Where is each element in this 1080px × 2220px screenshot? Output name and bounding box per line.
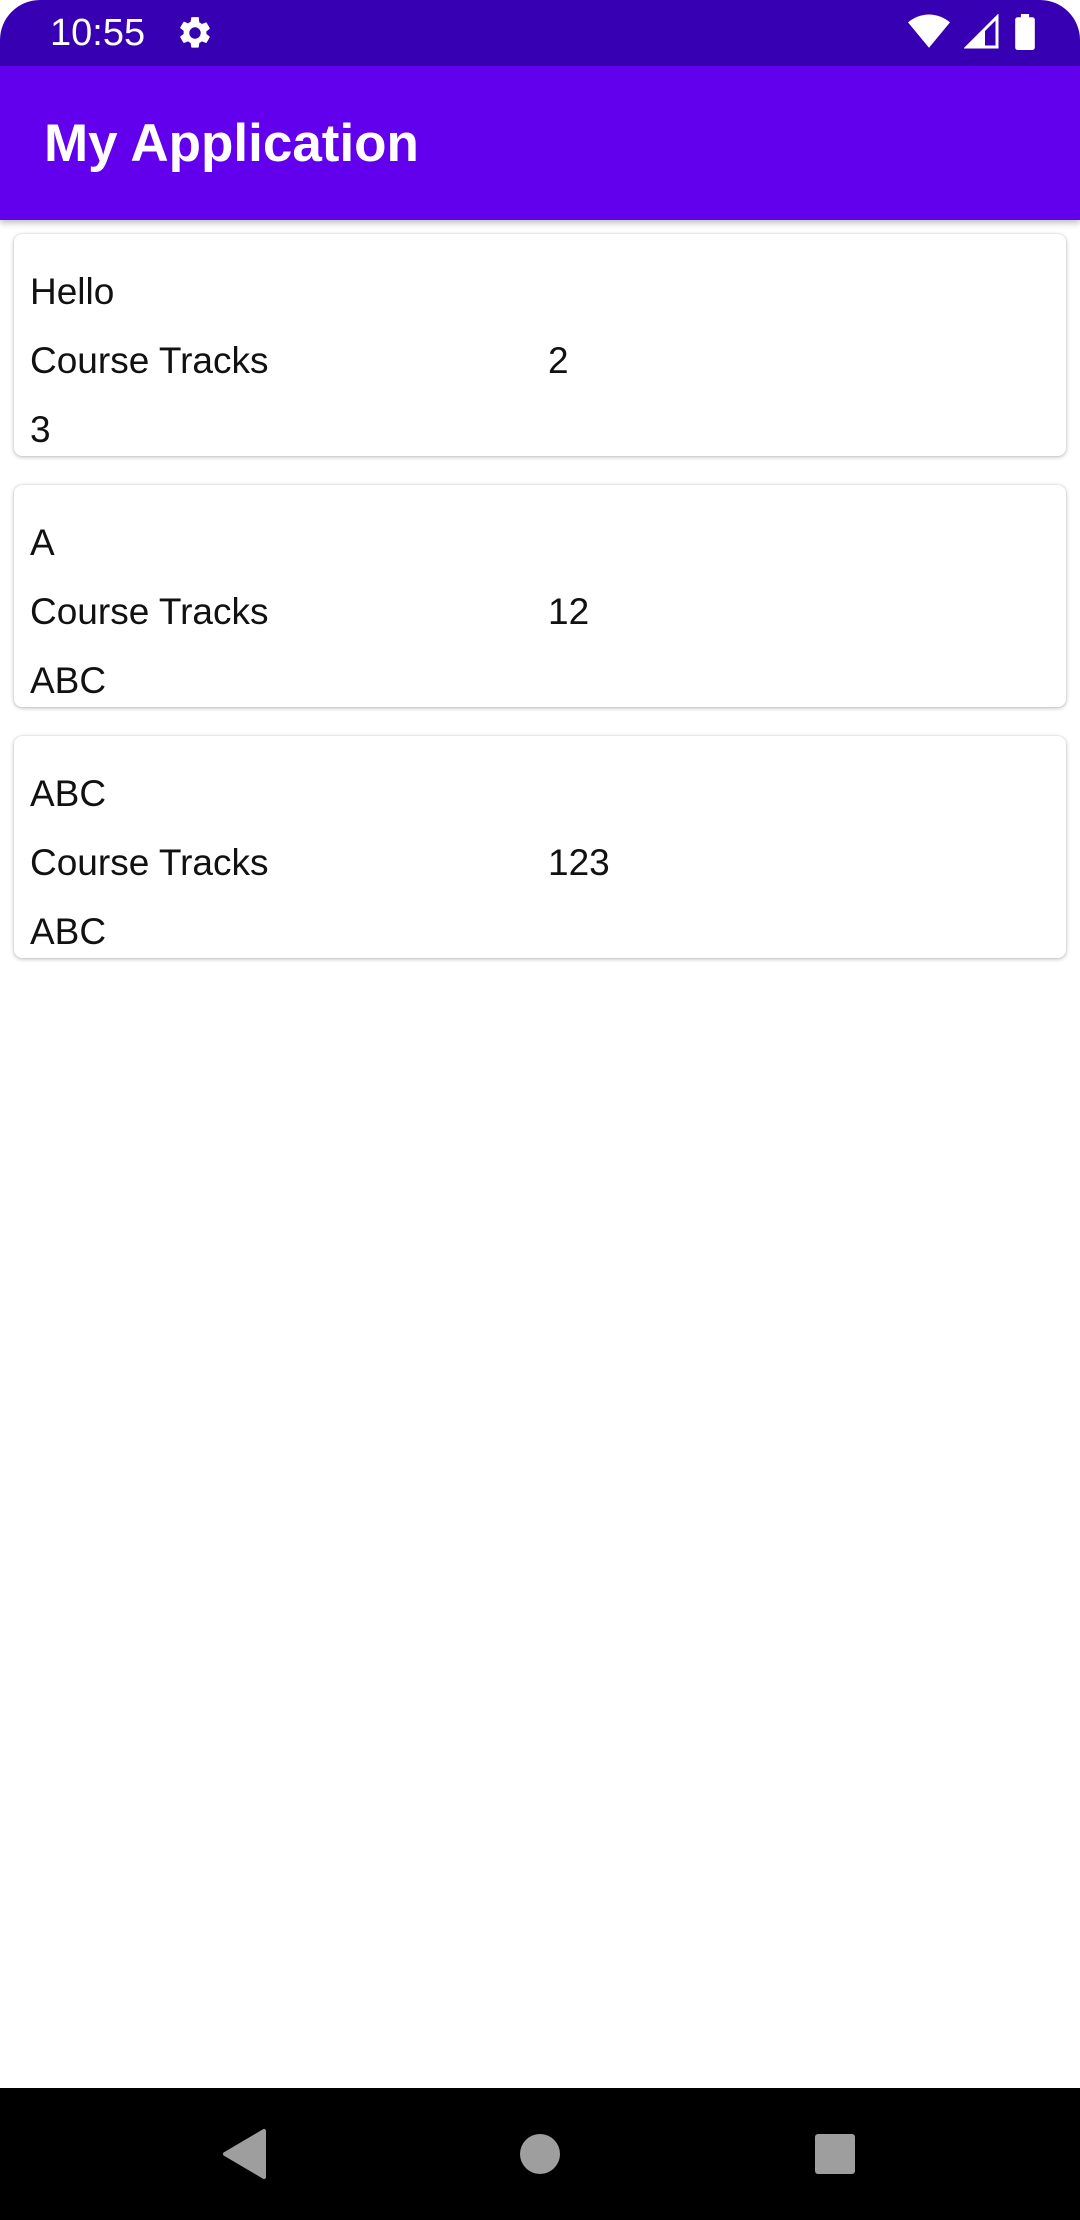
recents-icon[interactable]	[797, 2116, 873, 2192]
course-card[interactable]: A Course Tracks 12 ABC	[14, 485, 1066, 707]
course-card[interactable]: Hello Course Tracks 2 3	[14, 234, 1066, 456]
app-title: My Application	[44, 114, 419, 173]
status-icons	[908, 14, 1036, 50]
screen: 10:55 My Application Hello Course Tracks…	[0, 0, 1080, 2220]
card-value: 2	[548, 340, 569, 381]
card-value: 12	[548, 591, 590, 632]
card-footer: 3	[30, 409, 51, 450]
status-time: 10:55	[50, 12, 146, 54]
app-bar: My Application	[0, 66, 1080, 220]
cell-signal-icon	[964, 14, 1000, 50]
card-label: Course Tracks	[30, 842, 269, 883]
home-icon[interactable]	[502, 2116, 578, 2192]
card-footer: ABC	[30, 660, 107, 701]
back-icon[interactable]	[206, 2116, 282, 2192]
card-title: ABC	[30, 773, 107, 814]
card-title: A	[30, 522, 55, 563]
navigation-bar	[0, 2088, 1080, 2220]
gear-icon	[176, 14, 214, 52]
status-bar: 10:55	[0, 0, 1080, 66]
wifi-icon	[908, 14, 950, 50]
card-value: 123	[548, 842, 610, 883]
battery-icon	[1014, 14, 1036, 50]
card-footer: ABC	[30, 911, 107, 952]
card-label: Course Tracks	[30, 340, 269, 381]
card-label: Course Tracks	[30, 591, 269, 632]
course-card[interactable]: ABC Course Tracks 123 ABC	[14, 736, 1066, 958]
card-title: Hello	[30, 271, 115, 312]
